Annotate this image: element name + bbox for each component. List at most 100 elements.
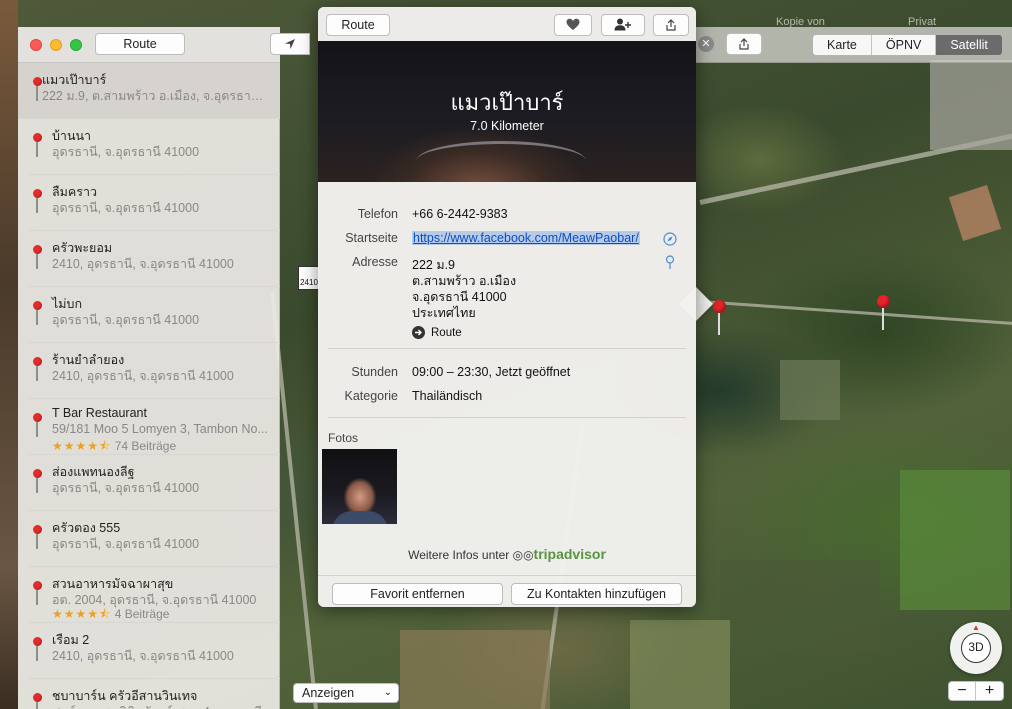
map-pin[interactable] [876,295,890,331]
phone-value[interactable]: +66 6-2442-9383 [412,207,508,221]
result-item[interactable]: ชบาบาร์น ครัวอีสานวินเทจศูนย์เยาวชนพิพิธ… [28,679,280,709]
hours-label: Stunden [351,365,398,379]
show-dropdown-label: Anzeigen [302,686,355,700]
pin-icon [32,693,42,709]
pin-icon [32,77,42,103]
chevron-down-icon: ⌄ [383,687,392,698]
result-name: T Bar Restaurant [52,406,147,420]
zoom-in-button[interactable]: + [976,682,1003,700]
address-label: Adresse [352,255,398,269]
hours-value: 09:00 – 23:30, Jetzt geöffnet [412,365,571,379]
zoom-out-button[interactable]: − [949,682,977,700]
result-address: อุดรธานี, จ.อุดรธานี 41000 [52,201,200,215]
pin-icon [32,637,42,663]
close-window-button[interactable] [30,39,42,51]
result-address: อุดรธานี, จ.อุดรธานี 41000 [52,313,200,327]
homepage-url[interactable]: https://www.facebook.com/MeawPaobar/ [412,231,640,245]
popover-footer: Favorit entfernen Zu Kontakten hinzufüge… [318,575,696,607]
heart-icon [566,18,580,30]
rating-stars: ★★★★⯪ [52,607,112,621]
desktop-background [0,0,18,709]
zoom-control[interactable]: − + [948,681,1004,701]
result-item[interactable]: T Bar Restaurant 59/181 Moo 5 Lomyen 3, T… [28,399,280,455]
road-number-marker: 2410 [298,266,320,290]
homepage-label: Startseite [345,231,398,245]
map-field [630,620,730,709]
map-pin-icon[interactable] [663,255,677,269]
address-route-label[interactable]: Route [431,327,462,339]
map-compass[interactable]: ▲ 3D [950,622,1002,674]
result-address: 2410, อุดรธานี, จ.อุดรธานี 41000 [52,649,234,663]
result-item[interactable]: สวนอาหารมัจฉาผาสุข อต. 2004, อุดรธานี, จ.… [28,567,280,623]
minimize-window-button[interactable] [50,39,62,51]
divider [328,417,686,418]
map-field [780,360,840,420]
place-photo-thumbnail[interactable] [322,449,397,524]
result-address: 59/181 Moo 5 Lomyen 3, Tambon No... [52,422,268,436]
result-address: ศูนย์เยาวชนพิพิธภัณฑ์ ซอย 4, อุดรธานี, จ… [52,702,277,709]
more-info-text: Weitere Infos unter [408,548,510,562]
result-address: 222 ม.9, ต.สามพร้าว อ.เมือง, จ.อุดรธานี.… [42,89,267,103]
results-list[interactable]: แมวเป๊าบาร์ 222 ม.9, ต.สามพร้าว อ.เมือง, … [18,63,280,709]
route-arrow-icon [412,326,425,339]
place-header-photo: แมวเป๊าบาร์ 7.0 Kilometer [318,41,696,182]
compass-north-icon: ▲ [972,623,980,632]
show-dropdown[interactable]: Anzeigen ⌄ [293,683,399,703]
add-contact-button[interactable] [601,14,645,36]
category-label: Kategorie [344,389,398,403]
add-to-contacts-button[interactable]: Zu Kontakten hinzufügen [511,583,682,605]
photo-detail [416,141,586,181]
address-route-link[interactable]: Route [412,326,462,339]
result-address: อุดรธานี, จ.อุดรธานี 41000 [52,481,200,495]
result-item[interactable]: ครัวตอง 555 อุดรธานี, จ.อุดรธานี 41000 [28,511,280,567]
result-address: 2410, อุดรธานี, จ.อุดรธานี 41000 [52,369,234,383]
popover-toolbar: Route [318,7,696,41]
rating-count: 4 Beiträge [114,607,170,621]
remove-favorite-button[interactable]: Favorit entfernen [332,583,503,605]
popover-route-button[interactable]: Route [326,14,390,36]
add-person-icon [614,18,631,31]
favorite-button[interactable] [554,14,592,36]
rating-count: 74 Beiträge [114,439,177,453]
result-address: 2410, อุดรธานี, จ.อุดรธานี 41000 [52,257,234,271]
result-item[interactable]: ครัวพะยอม 2410, อุดรธานี, จ.อุดรธานี 4100… [28,231,280,287]
result-item[interactable]: เรือม 2 2410, อุดรธานี, จ.อุดรธานี 41000 [28,623,280,679]
current-location-button[interactable] [270,33,310,55]
popover-share-button[interactable] [653,14,689,36]
homepage-link[interactable]: https://www.facebook.com/MeawPaobar/ [412,231,640,245]
place-distance: 7.0 Kilometer [470,119,544,133]
phone-label: Telefon [357,207,398,221]
pin-icon [32,525,42,551]
map-type-karte[interactable]: Karte [813,35,872,55]
map-pin[interactable] [712,300,726,336]
map-road [699,300,1012,326]
location-arrow-icon [285,39,295,49]
pin-icon [32,357,42,383]
map-field [400,630,550,709]
result-item[interactable]: แมวเป๊าบาร์ 222 ม.9, ต.สามพร้าว อ.เมือง, … [18,63,280,119]
zoom-window-button[interactable] [70,39,82,51]
result-address: อุดรธานี, จ.อุดรธานี 41000 [52,145,200,159]
pin-icon [32,245,42,271]
result-item[interactable]: ส่องแพทนองลีฐ อุดรธานี, จ.อุดรธานี 41000 [28,455,280,511]
tripadvisor-logo[interactable]: tripadvisor [534,546,606,562]
place-title: แมวเป๊าบาร์ [450,90,564,115]
result-item[interactable]: ลืมคราว อุดรธานี, จ.อุดรธานี 41000 [28,175,280,231]
result-item[interactable]: ไม่บก อุดรธานี, จ.อุดรธานี 41000 [28,287,280,343]
tripadvisor-owl-icon: ◎◎ [512,548,534,562]
map-field [900,470,1010,610]
route-button[interactable]: Route [95,33,185,55]
map-type-oepnv[interactable]: ÖPNV [871,35,937,55]
compass-icon[interactable] [663,232,677,246]
share-button[interactable] [726,33,762,55]
result-item[interactable]: ร้านยำลำยอง 2410, อุดรธานี, จ.อุดรธานี 41… [28,343,280,399]
map-field [948,184,1002,242]
more-info-tripadvisor[interactable]: Weitere Infos unter ◎◎tripadvisor [318,546,696,562]
pin-icon [32,189,42,215]
map-type-satellit[interactable]: Satellit [936,35,1002,55]
map-field [720,560,880,650]
close-icon[interactable]: ✕ [698,36,714,52]
result-item[interactable]: บ้านนา อุดรธานี, จ.อุดรธานี 41000 [28,119,280,175]
3d-toggle[interactable]: 3D [961,633,991,663]
map-type-selector[interactable]: Karte ÖPNV Satellit [812,34,1003,56]
